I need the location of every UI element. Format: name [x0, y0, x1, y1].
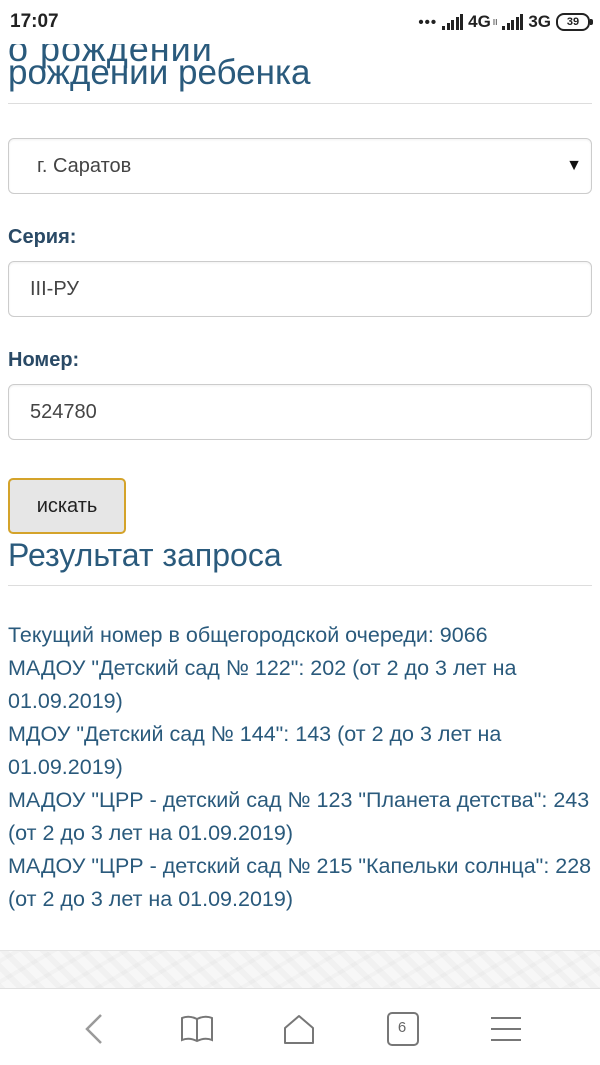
- series-input-value: III-РУ: [30, 278, 79, 300]
- heading-divider: [8, 103, 592, 104]
- result-line: МАДОУ "ЦРР - детский сад № 215 "Капельки…: [8, 854, 592, 911]
- network-sub: II: [492, 17, 498, 27]
- footer-pattern: [0, 950, 600, 991]
- network-type-4g: 4G: [468, 12, 491, 31]
- result-line: Текущий номер в общегородской очереди: 9…: [8, 623, 488, 647]
- status-bar: 17:07 ••• 4G II 3G 39: [0, 0, 600, 44]
- home-button[interactable]: [277, 1007, 321, 1051]
- search-button[interactable]: искать: [8, 478, 126, 534]
- notification-dots-icon: •••: [418, 13, 438, 31]
- tab-count: 6: [397, 1019, 407, 1036]
- network-type-3g: 3G: [528, 12, 551, 31]
- browser-screen: о рождении рождении ребенка г. Саратов ▼…: [0, 0, 600, 1065]
- page-heading: рождении ребенка: [8, 53, 311, 92]
- results-title: Результат запроса: [8, 537, 282, 573]
- result-line: МАДОУ "ЦРР - детский сад № 123 "Планета …: [8, 788, 590, 845]
- city-select[interactable]: г. Саратов ▼: [8, 138, 592, 194]
- number-input-value: 524780: [30, 401, 97, 423]
- tabs-button[interactable]: 6: [381, 1007, 425, 1051]
- result-line: МАДОУ "Детский сад № 122": 202 (от 2 до …: [8, 656, 517, 713]
- results-divider: [8, 585, 592, 586]
- signal-strength-icon: [442, 14, 464, 30]
- series-input[interactable]: III-РУ: [8, 261, 592, 317]
- menu-button[interactable]: [484, 1007, 528, 1051]
- home-icon: [284, 1015, 314, 1044]
- series-label: Серия:: [8, 226, 77, 248]
- status-time: 17:07: [10, 11, 59, 32]
- results-list: Текущий номер в общегородской очереди: 9…: [8, 619, 598, 916]
- bookmarks-icon: [181, 1015, 213, 1043]
- number-input[interactable]: 524780: [8, 384, 592, 440]
- city-select-value: г. Саратов: [37, 155, 132, 177]
- battery-icon: 39: [556, 13, 593, 31]
- signal-strength-icon: [502, 14, 524, 30]
- bookmarks-button[interactable]: [175, 1007, 219, 1051]
- number-label: Номер:: [8, 349, 80, 371]
- status-icons: ••• 4G II 3G 39: [418, 11, 593, 33]
- back-icon: [85, 1014, 102, 1044]
- browser-nav-bar: 6: [0, 988, 600, 1065]
- result-line: МДОУ "Детский сад № 144": 143 (от 2 до 3…: [8, 722, 502, 779]
- menu-icon: [491, 1017, 521, 1041]
- back-button[interactable]: [72, 1007, 116, 1051]
- dropdown-arrow-icon: ▼: [566, 157, 582, 174]
